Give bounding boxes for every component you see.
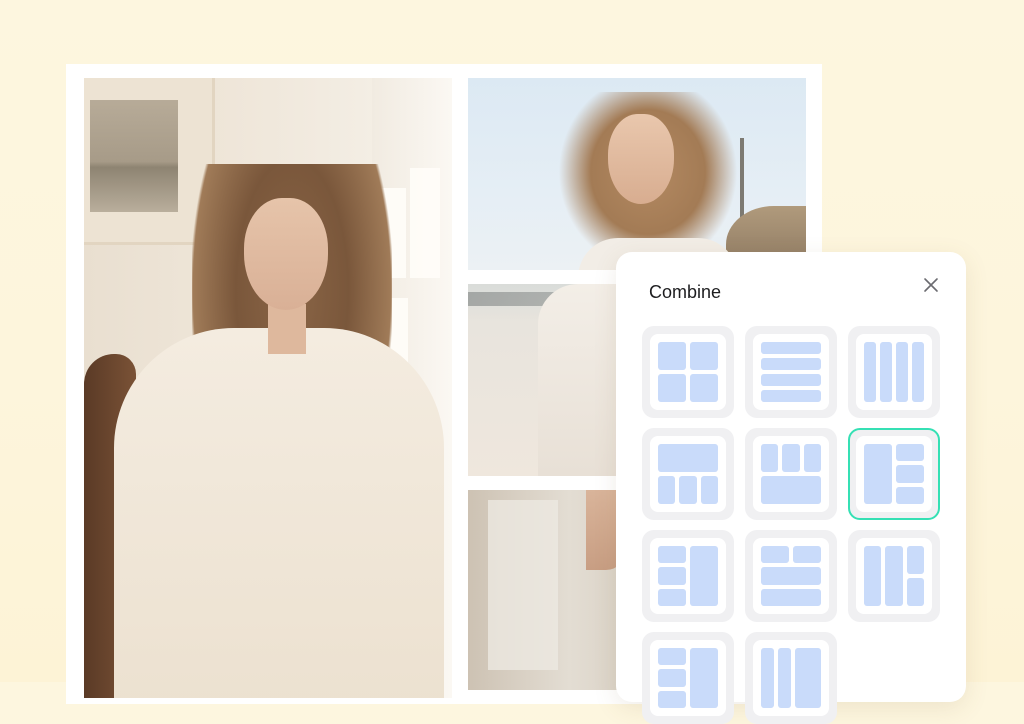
layout-cell [912,342,924,402]
layout-cell [864,342,876,402]
close-button[interactable] [920,274,942,296]
layout-cells [761,546,821,606]
layout-cell [782,444,800,472]
layout-cell [679,476,697,504]
layout-cell [658,476,676,504]
layout-left-tall-right-3-selected[interactable] [848,428,940,520]
layout-cell [658,444,718,472]
layout-preview [753,334,829,410]
layout-cell [793,546,821,564]
combine-panel: Combine [616,252,966,724]
layout-cell [700,476,718,504]
layout-cells [864,546,924,606]
layout-cell [864,444,892,504]
light-patch [410,168,440,278]
layout-preview [753,436,829,512]
layout-cells [761,342,821,402]
layout-two-narrow-one-wide[interactable] [745,632,837,724]
layout-cells [864,444,924,504]
layout-cell [658,690,686,708]
layout-cell [658,546,686,564]
palm-tree [740,138,744,218]
layout-cell [761,444,779,472]
layout-preview [753,640,829,716]
layout-two-tall-right-2[interactable] [848,530,940,622]
blazer [114,328,444,698]
layout-preview [753,538,829,614]
window [488,500,558,670]
layout-cell [864,546,882,606]
close-icon [924,278,938,292]
layout-left-3-right-tall-b[interactable] [642,632,734,724]
layout-cell [761,546,789,564]
layout-grid [642,326,940,724]
layout-cell [896,465,924,483]
layout-cell [690,374,718,402]
layout-cells [658,648,718,708]
layout-cell [880,342,892,402]
layout-preview [856,436,932,512]
layout-cell [658,374,686,402]
layout-cells [864,342,924,402]
layout-top-wide-bottom-3[interactable] [642,428,734,520]
layout-cell [896,342,908,402]
layout-rows-4[interactable] [745,326,837,418]
layout-top-2-bottom-2-wide[interactable] [745,530,837,622]
layout-cell [885,546,903,606]
layout-cell [906,546,924,574]
layout-cell [761,374,821,386]
layout-preview [650,334,726,410]
layout-cell [658,669,686,687]
layout-cell [761,476,821,504]
layout-cell [658,648,686,666]
panel-title: Combine [649,282,722,302]
layout-cell [658,567,686,585]
layout-cell [906,578,924,606]
layout-preview [650,538,726,614]
layout-cell [761,588,821,606]
layout-cell [690,342,718,370]
layout-cell [761,358,821,370]
layout-cells [658,444,718,504]
layout-cell [761,648,774,708]
photo-beach-portrait[interactable] [468,78,806,270]
layout-cell [658,342,686,370]
layout-cell [761,390,821,402]
layout-cell [778,648,791,708]
layout-cell [803,444,821,472]
layout-cells [658,342,718,402]
layout-preview [856,334,932,410]
layout-cell [690,546,718,606]
photo-indoor-portrait[interactable] [84,78,452,698]
layout-grid-2x2[interactable] [642,326,734,418]
layout-left-3-right-tall[interactable] [642,530,734,622]
layout-cells [761,648,821,708]
layout-cell [690,648,718,708]
layout-preview [856,538,932,614]
layout-cells [658,546,718,606]
layout-columns-4[interactable] [848,326,940,418]
face [244,198,328,310]
neck [268,304,306,354]
layout-top-3-bottom-wide[interactable] [745,428,837,520]
layout-cell [896,486,924,504]
layout-cell [795,648,821,708]
face [608,114,674,204]
layout-cell [658,588,686,606]
layout-preview [650,436,726,512]
layout-cell [761,342,821,354]
framed-picture [90,100,178,212]
layout-cell [761,567,821,585]
layout-cells [761,444,821,504]
layout-preview [650,640,726,716]
layout-cell [896,444,924,462]
